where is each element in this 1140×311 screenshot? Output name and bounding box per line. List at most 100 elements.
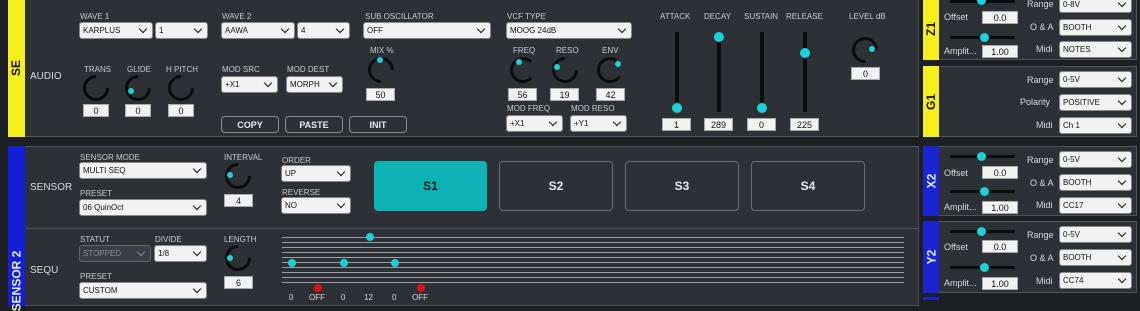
- z1-amplitude-thumb[interactable]: [980, 33, 989, 42]
- glide-value[interactable]: 0: [125, 104, 151, 117]
- seq-step-1[interactable]: [288, 259, 296, 267]
- decay-value[interactable]: 289: [704, 118, 733, 131]
- level-value[interactable]: 0: [851, 67, 880, 80]
- g1-range-select[interactable]: 0-5V: [1059, 71, 1132, 88]
- seq-preset-select[interactable]: CUSTOM: [79, 282, 207, 299]
- vcf-type-label: VCF TYPE: [507, 12, 546, 21]
- sustain-label: SUSTAIN: [744, 12, 779, 21]
- seq-step-2[interactable]: [314, 284, 322, 292]
- length-value[interactable]: 6: [224, 276, 253, 289]
- x2-range-select[interactable]: 0-5V: [1059, 151, 1132, 168]
- z1-amplitude-value[interactable]: 1.00: [982, 45, 1018, 58]
- y2-amplitude-thumb[interactable]: [980, 263, 989, 272]
- s2-button[interactable]: S2: [499, 161, 613, 211]
- g1-tab-label: G1: [924, 93, 939, 110]
- release-slider-track[interactable]: [803, 32, 807, 112]
- seq-step-4[interactable]: [366, 233, 374, 241]
- sensor-mode-select[interactable]: MULTI SEQ: [79, 162, 207, 179]
- x2-amplitude-thumb[interactable]: [980, 187, 989, 196]
- freq-knob[interactable]: [510, 57, 536, 83]
- env-value[interactable]: 42: [596, 88, 625, 101]
- vcf-type-select[interactable]: MOOG 24dB: [506, 22, 632, 39]
- sensor2-tab[interactable]: SENSOR 2: [8, 146, 25, 311]
- seq-preset-value: CUSTOM: [83, 286, 118, 295]
- hpitch-label: H PITCH: [166, 65, 198, 74]
- release-value[interactable]: 225: [790, 118, 819, 131]
- paste-button[interactable]: PASTE: [285, 116, 343, 133]
- wave1-select[interactable]: KARPLUS: [79, 22, 153, 39]
- sensor1-tab[interactable]: SE: [8, 0, 25, 137]
- wave2-number-select[interactable]: 4: [297, 22, 350, 39]
- sustain-slider-track[interactable]: [760, 32, 764, 112]
- z1-oa-select[interactable]: BOOTH: [1059, 19, 1132, 36]
- chevron-down-icon: [548, 117, 558, 126]
- order-select[interactable]: UP: [281, 165, 351, 182]
- chevron-down-icon: [335, 24, 345, 33]
- y2-offset-thumb[interactable]: [977, 227, 986, 236]
- s4-button[interactable]: S4: [751, 161, 865, 211]
- s1-button[interactable]: S1: [374, 161, 487, 211]
- x2-tab[interactable]: X2: [923, 146, 939, 216]
- x2-offset-thumb[interactable]: [977, 152, 986, 161]
- g1-midi-select[interactable]: Ch 1: [1059, 117, 1132, 134]
- wave2-select[interactable]: AAWA: [221, 22, 295, 39]
- wave1-number-select[interactable]: 1: [155, 22, 208, 39]
- s3-button[interactable]: S3: [625, 161, 739, 211]
- seq-gridline: [282, 262, 904, 263]
- preset-select[interactable]: 06 QuinOct: [79, 199, 207, 216]
- trans-value[interactable]: 0: [83, 104, 109, 117]
- y2-range-select[interactable]: 0-5V: [1059, 226, 1132, 243]
- seq-step-3[interactable]: [340, 259, 348, 267]
- mod-freq-select[interactable]: +X1: [506, 115, 563, 132]
- sustain-value[interactable]: 0: [747, 118, 776, 131]
- decay-slider-track[interactable]: [717, 32, 721, 112]
- y2-amplitude-value[interactable]: 1.00: [982, 277, 1018, 290]
- y2-offset-value[interactable]: 0.0: [982, 240, 1018, 253]
- reso-value[interactable]: 19: [550, 88, 579, 101]
- x2-oa-select[interactable]: BOOTH: [1059, 174, 1132, 191]
- reverse-select[interactable]: NO: [281, 197, 351, 214]
- x2-offset-value[interactable]: 0.0: [982, 166, 1018, 179]
- z1-midi-select[interactable]: NOTES: [1059, 41, 1132, 58]
- attack-slider-track[interactable]: [675, 32, 679, 112]
- mod-reso-select[interactable]: +Y1: [570, 115, 627, 132]
- seq-step-5[interactable]: [391, 259, 399, 267]
- chevron-down-icon: [1117, 199, 1127, 208]
- chevron-down-icon: [1117, 251, 1127, 260]
- z1-offset-value[interactable]: 0.0: [982, 11, 1018, 24]
- freq-value[interactable]: 56: [508, 88, 537, 101]
- g1-polarity-select[interactable]: POSITIVE: [1059, 94, 1132, 111]
- decay-slider-thumb[interactable]: [714, 32, 724, 42]
- y2-tab[interactable]: Y2: [923, 221, 939, 293]
- hpitch-value[interactable]: 0: [168, 104, 194, 117]
- y2-midi-select[interactable]: CC74: [1059, 272, 1132, 289]
- z1-tab[interactable]: Z1: [923, 0, 939, 60]
- mod-src-select[interactable]: +X1: [221, 76, 278, 93]
- release-slider-thumb[interactable]: [800, 48, 810, 58]
- divide-select[interactable]: 1/8: [154, 245, 207, 262]
- wave2-label: WAVE 2: [222, 12, 252, 21]
- wave2-value: AAWA: [225, 26, 248, 35]
- interval-value[interactable]: 4: [224, 194, 253, 207]
- seq-gridline: [282, 242, 904, 243]
- reso-knob-indicator: [554, 64, 560, 70]
- wave1-number-value: 1: [159, 26, 164, 35]
- chevron-down-icon: [263, 78, 273, 87]
- mod-dest-select[interactable]: MORPH: [286, 76, 343, 93]
- attack-value[interactable]: 1: [662, 118, 691, 131]
- x2-offset-label: Offset: [944, 168, 968, 178]
- seq-step-6[interactable]: [417, 284, 425, 292]
- init-button[interactable]: INIT: [349, 116, 407, 133]
- y2-oa-select[interactable]: BOOTH: [1059, 249, 1132, 266]
- x2-amplitude-value[interactable]: 1.00: [982, 201, 1018, 214]
- attack-slider-thumb[interactable]: [672, 103, 682, 113]
- g1-tab[interactable]: G1: [923, 66, 939, 137]
- sub-osc-select[interactable]: OFF: [363, 22, 491, 39]
- copy-button[interactable]: COPY: [221, 116, 279, 133]
- x2-midi-select[interactable]: CC17: [1059, 197, 1132, 214]
- mix-value[interactable]: 50: [366, 88, 395, 101]
- z1-range-select[interactable]: 0-8V: [1059, 0, 1132, 13]
- sustain-slider-thumb[interactable]: [757, 103, 767, 113]
- statut-select[interactable]: STOPPED: [79, 245, 151, 262]
- x2-oa-value: BOOTH: [1063, 178, 1092, 187]
